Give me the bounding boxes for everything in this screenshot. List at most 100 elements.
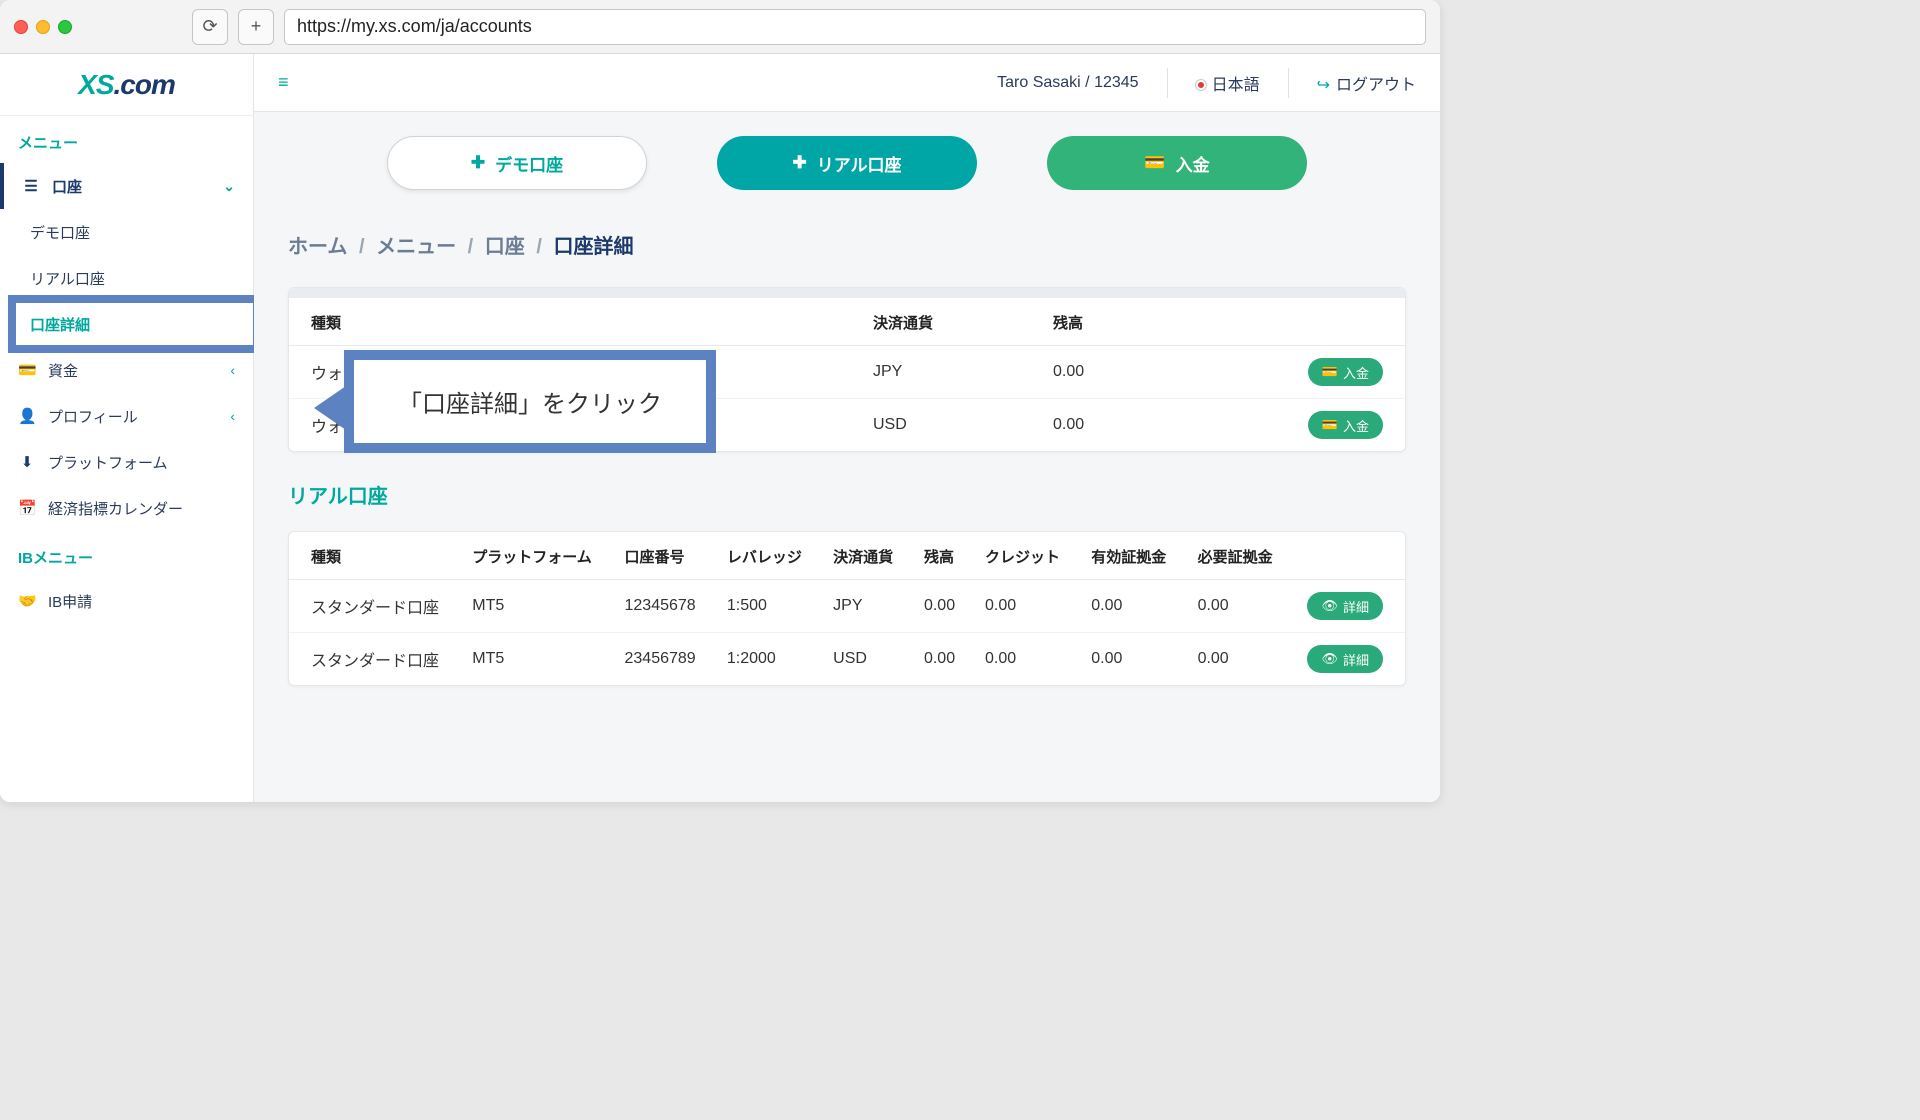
sidebar-label: 資金 xyxy=(48,360,78,381)
sidebar-label: 経済指標カレンダー xyxy=(48,498,183,519)
breadcrumb-home[interactable]: ホーム xyxy=(288,236,347,258)
sidebar-item-calendar[interactable]: 📅 経済指標カレンダー xyxy=(0,485,253,531)
cell-balance: 0.00 xyxy=(1039,346,1166,399)
real-account-button[interactable]: ✚ リアル口座 xyxy=(717,136,977,190)
table-header-row: 種類 プラットフォーム 口座番号 レバレッジ 決済通貨 残高 クレジット 有効証… xyxy=(289,532,1405,580)
table-row: スタンダード口座 MT5 23456789 1:2000 USD 0.00 0.… xyxy=(289,633,1405,686)
col-number xyxy=(599,298,859,346)
action-buttons-row: ✚ デモ口座 ✚ リアル口座 💳 入金 xyxy=(254,112,1440,200)
calendar-icon: 📅 xyxy=(18,499,36,517)
sidebar-section-ib: IBメニュー xyxy=(0,531,253,578)
col-leverage: レバレッジ xyxy=(713,532,819,580)
col-currency: 決済通貨 xyxy=(819,532,910,580)
window-controls xyxy=(14,20,72,34)
deposit-button[interactable]: 💳 入金 xyxy=(1047,136,1307,190)
sidebar-item-real[interactable]: リアル口座 xyxy=(0,255,253,301)
reload-button[interactable]: ⟳ xyxy=(192,9,228,45)
button-label: 詳細 xyxy=(1343,597,1369,616)
chevron-left-icon: ‹ xyxy=(230,362,235,378)
card-icon: 💳 xyxy=(1322,364,1338,380)
button-label: デモ口座 xyxy=(495,151,563,176)
plus-icon: ✚ xyxy=(471,153,485,173)
cell-currency: USD xyxy=(859,399,1039,452)
detail-mini-button[interactable]: 👁 詳細 xyxy=(1307,645,1383,673)
maximize-window-icon[interactable] xyxy=(58,20,72,34)
flag-icon xyxy=(1196,80,1206,90)
handshake-icon: 🤝 xyxy=(18,592,36,610)
logout-button[interactable]: ↪ログアウト xyxy=(1317,71,1416,95)
col-type: 種類 xyxy=(289,532,458,580)
cell-acct-link[interactable]: 23456789 xyxy=(611,633,713,686)
col-equity: 有効証拠金 xyxy=(1077,532,1183,580)
col-type: 種類 xyxy=(289,298,599,346)
deposit-mini-button[interactable]: 💳入金 xyxy=(1308,358,1383,386)
detail-mini-button[interactable]: 👁 詳細 xyxy=(1307,592,1383,620)
sidebar-label: プロフィール xyxy=(48,406,138,427)
url-text: https://my.xs.com/ja/accounts xyxy=(297,16,532,37)
eye-icon: 👁 xyxy=(1321,598,1338,614)
breadcrumb-accounts[interactable]: 口座 xyxy=(485,236,525,258)
button-label: 詳細 xyxy=(1343,650,1369,669)
sidebar-item-accounts[interactable]: ☰口座 ⌄ xyxy=(0,163,253,209)
button-label: 入金 xyxy=(1343,416,1369,435)
sidebar-item-funds[interactable]: 💳 資金 ‹ xyxy=(0,347,253,393)
table-header-row: 種類 決済通貨 残高 xyxy=(289,298,1405,346)
col-action xyxy=(1166,298,1405,346)
col-balance: 残高 xyxy=(1039,298,1166,346)
download-icon: ⬇ xyxy=(18,453,36,471)
cell-platform: MT5 xyxy=(458,580,610,633)
logo-dotcom: .com xyxy=(114,69,175,100)
logout-label: ログアウト xyxy=(1336,77,1416,94)
topbar-user[interactable]: Taro Sasaki / 12345 xyxy=(997,74,1138,92)
sidebar-item-ib-apply[interactable]: 🤝 IB申請 xyxy=(0,578,253,624)
col-currency: 決済通貨 xyxy=(859,298,1039,346)
breadcrumb-menu[interactable]: メニュー xyxy=(376,236,456,258)
button-label: リアル口座 xyxy=(817,151,902,176)
cell-currency: USD xyxy=(819,633,910,686)
eye-icon: 👁 xyxy=(1321,651,1338,667)
col-credit: クレジット xyxy=(971,532,1077,580)
sidebar: XS.com メニュー ☰口座 ⌄ デモ口座 リアル口座 口座詳細 💳 xyxy=(0,54,254,802)
breadcrumb: ホーム / メニュー / 口座 / 口座詳細 xyxy=(254,200,1440,269)
logo: XS.com xyxy=(0,54,253,116)
real-accounts-panel: 種類 プラットフォーム 口座番号 レバレッジ 決済通貨 残高 クレジット 有効証… xyxy=(288,531,1406,686)
tutorial-callout: 「口座詳細」をクリック xyxy=(344,350,716,453)
plus-icon: ✚ xyxy=(792,153,806,173)
wallet-icon: 💳 xyxy=(18,361,36,379)
col-balance: 残高 xyxy=(910,532,971,580)
menu-toggle-icon[interactable]: ≡ xyxy=(278,72,289,93)
sidebar-item-profile[interactable]: 👤プロフィール ‹ xyxy=(0,393,253,439)
separator xyxy=(1288,68,1289,98)
sidebar-item-platform[interactable]: ⬇プラットフォーム xyxy=(0,439,253,485)
logo-xs: XS xyxy=(78,69,113,100)
minimize-window-icon[interactable] xyxy=(36,20,50,34)
cell-credit: 0.00 xyxy=(971,633,1077,686)
sidebar-label: 口座詳細 xyxy=(30,314,90,335)
demo-account-button[interactable]: ✚ デモ口座 xyxy=(387,136,647,190)
sidebar-item-account-detail[interactable]: 口座詳細 xyxy=(0,301,253,347)
cell-balance: 0.00 xyxy=(1039,399,1166,452)
cell-type: スタンダード口座 xyxy=(289,580,458,633)
sidebar-label: IB申請 xyxy=(48,591,92,612)
url-input[interactable]: https://my.xs.com/ja/accounts xyxy=(284,9,1426,45)
sidebar-label: デモ口座 xyxy=(30,222,90,243)
cell-currency: JPY xyxy=(859,346,1039,399)
sidebar-item-demo[interactable]: デモ口座 xyxy=(0,209,253,255)
content-area: ≡ Taro Sasaki / 12345 日本語 ↪ログアウト ✚ デモ口座 … xyxy=(254,54,1440,802)
cell-leverage: 1:500 xyxy=(713,580,819,633)
language-label: 日本語 xyxy=(1212,77,1260,94)
separator xyxy=(1167,68,1168,98)
col-acct: 口座番号 xyxy=(611,532,713,580)
language-selector[interactable]: 日本語 xyxy=(1196,71,1260,95)
cell-balance: 0.00 xyxy=(910,633,971,686)
deposit-mini-button[interactable]: 💳入金 xyxy=(1308,411,1383,439)
browser-titlebar: ⟳ + https://my.xs.com/ja/accounts xyxy=(0,0,1440,54)
close-window-icon[interactable] xyxy=(14,20,28,34)
panel-header-bar xyxy=(289,288,1405,298)
cell-platform: MT5 xyxy=(458,633,610,686)
cell-acct-link[interactable]: 12345678 xyxy=(611,580,713,633)
cell-currency: JPY xyxy=(819,580,910,633)
table-row: スタンダード口座 MT5 12345678 1:500 JPY 0.00 0.0… xyxy=(289,580,1405,633)
new-tab-button[interactable]: + xyxy=(238,9,274,45)
cell-margin: 0.00 xyxy=(1184,580,1290,633)
